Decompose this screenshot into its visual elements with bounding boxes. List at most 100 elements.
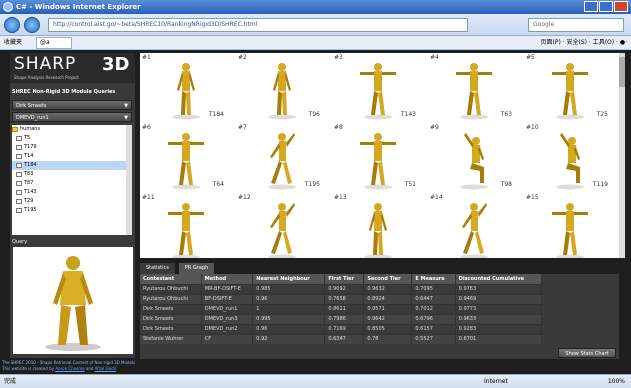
tree-item[interactable]: T143	[12, 188, 132, 197]
human-model-icon	[360, 133, 396, 190]
contestant-dropdown[interactable]: Dirk Smeets ▼	[12, 100, 132, 110]
close-button[interactable]	[614, 1, 628, 12]
results-scrollbar[interactable]	[619, 53, 625, 258]
table-cell: Ryutarou Ohbuchi	[140, 293, 202, 304]
result-thumbnail[interactable]: #4 T63	[428, 53, 516, 121]
run-dropdown[interactable]: DMEVD_run1 ▼	[12, 112, 132, 122]
result-thumbnail[interactable]: #9 T98	[428, 123, 516, 191]
tree-item-label: T29	[24, 198, 34, 204]
stats-panel: Contestant Method Nearest Neighbour First T…	[140, 274, 619, 359]
forward-button[interactable]	[24, 17, 40, 33]
tree-scrollbar[interactable]	[126, 125, 132, 235]
tree-item-label: T179	[24, 144, 37, 150]
column-header[interactable]: Second Tier	[363, 274, 413, 284]
logo-3d: 3D	[102, 54, 130, 75]
query-label: Query	[12, 239, 28, 245]
tree-item[interactable]: T5	[12, 134, 132, 143]
tree-item-label: T195	[24, 207, 37, 213]
tree-item-label: T143	[24, 189, 37, 195]
rank-number: #4	[430, 54, 439, 61]
security-zone: Internet	[484, 378, 508, 385]
result-thumbnail[interactable]: #14	[428, 193, 516, 258]
column-header[interactable]: Discounted Cumulative	[455, 274, 543, 284]
result-thumbnail[interactable]: #3 T143	[332, 53, 420, 121]
tree-item-label: T87	[24, 180, 34, 186]
table-cell: 0.8611	[324, 303, 365, 314]
human-model-icon	[456, 63, 492, 120]
table-row[interactable]: Dirk Smeets DMEVD_run3 0.995 0.7986 0.9642 0.…	[140, 313, 543, 324]
window-titlebar: C# - Windows Internet Explorer	[0, 0, 631, 14]
minimize-button[interactable]	[584, 1, 598, 12]
favorites-bar: 收藏夹 @a 页面(P) · 安全(S) · 工具(O) · ●·	[0, 36, 631, 50]
table-row[interactable]: Dirk Smeets DMEVD_run1 1 0.8611 0.9571 0.7012…	[140, 303, 543, 314]
result-thumbnail[interactable]: #1 T184	[140, 53, 228, 121]
human-model-icon	[556, 133, 584, 190]
table-row[interactable]: Stefanie Wuhrer CF 0.92 0.6347 0.78 0.5527 0.8…	[140, 333, 543, 344]
rank-number: #5	[526, 54, 535, 61]
show-stats-chart-button[interactable]: Show Stats Chart	[558, 348, 616, 358]
result-thumbnail[interactable]: #11	[140, 193, 228, 258]
model-tree[interactable]: humans T5 T179 T14 T184 T83 T87 T143 T29 T195	[12, 125, 132, 235]
favorites-button[interactable]: 收藏夹	[4, 36, 22, 50]
table-cell: 0.8701	[455, 333, 543, 344]
tree-item[interactable]: T184	[12, 161, 132, 170]
column-header[interactable]: Contestant	[140, 274, 202, 284]
status-text: 完成	[4, 378, 17, 385]
file-icon	[16, 154, 22, 159]
command-bar[interactable]: 页面(P) · 安全(S) · 工具(O) · ●·	[540, 36, 627, 50]
back-button[interactable]	[4, 17, 20, 33]
table-cell: 0.7012	[411, 303, 456, 314]
credits-and: and	[85, 366, 94, 371]
scrollbar-thumb[interactable]	[619, 57, 625, 87]
tree-item[interactable]: T29	[12, 197, 132, 206]
result-thumbnail[interactable]: #2 T96	[236, 53, 324, 121]
table-row[interactable]: Dirk Smeets DMEVD_run2 0.96 0.7169 0.8505 0.6…	[140, 323, 543, 334]
result-thumbnail[interactable]: #15	[524, 193, 612, 258]
column-header[interactable]: Method	[201, 274, 254, 284]
maximize-button[interactable]	[599, 1, 613, 12]
rank-number: #15	[526, 194, 539, 201]
column-header[interactable]: First Tier	[324, 274, 365, 284]
result-thumbnail[interactable]: #5 T25	[524, 53, 612, 121]
rank-number: #14	[430, 194, 443, 201]
address-input[interactable]: http://control.aist.go/~beta/SHREC10/Ran…	[48, 18, 468, 32]
model-id: T25	[596, 111, 608, 118]
human-model-icon	[460, 133, 488, 190]
table-cell: 0.5527	[411, 333, 456, 344]
tree-item[interactable]: T195	[12, 206, 132, 215]
table-cell: 0.96	[252, 293, 326, 304]
file-icon	[16, 208, 22, 213]
chevron-down-icon: ▼	[124, 115, 128, 121]
table-row[interactable]: Ryutarou Ohbuchi MR-BF-DSIFT-E 0.985 0.9092…	[140, 283, 543, 294]
rank-number: #12	[238, 194, 251, 201]
author-link-1[interactable]: Aaron Chasma	[55, 366, 84, 371]
tree-item[interactable]: T83	[12, 170, 132, 179]
tab-statistics[interactable]: Statistics	[140, 263, 175, 274]
tree-folder[interactable]: humans	[12, 125, 132, 134]
tree-item[interactable]: T87	[12, 179, 132, 188]
browser-tab[interactable]: @a	[36, 37, 72, 49]
column-header[interactable]: Nearest Neighbour	[252, 274, 326, 284]
author-link-2[interactable]: Afzal Godil	[95, 366, 116, 371]
tree-item[interactable]: T179	[12, 143, 132, 152]
result-thumbnail[interactable]: #13	[332, 193, 420, 258]
result-thumbnail[interactable]: #10 T119	[524, 123, 612, 191]
table-cell: 1	[252, 303, 326, 314]
result-thumbnail[interactable]: #7 T195	[236, 123, 324, 191]
file-icon	[16, 136, 22, 141]
tab-pr-graph[interactable]: PR Graph	[178, 263, 215, 274]
file-icon	[16, 199, 22, 204]
tree-item[interactable]: T14	[12, 152, 132, 161]
table-row[interactable]: Ryutarou Ohbuchi BF-DSIFT-E 0.96 0.7658 0.89…	[140, 293, 543, 304]
tree-item-label: T83	[24, 171, 34, 177]
result-thumbnail[interactable]: #6 T64	[140, 123, 228, 191]
result-thumbnail[interactable]: #12	[236, 193, 324, 258]
search-input[interactable]: Google	[528, 18, 624, 32]
column-header[interactable]: E Measure	[411, 274, 456, 284]
result-thumbnail[interactable]: #8 T51	[332, 123, 420, 191]
table-cell: Ryutarou Ohbuchi	[140, 283, 202, 294]
table-cell: 0.9763	[455, 283, 543, 294]
rank-number: #6	[142, 124, 151, 131]
zoom-level[interactable]: 100%	[608, 375, 625, 388]
file-icon	[16, 172, 22, 177]
